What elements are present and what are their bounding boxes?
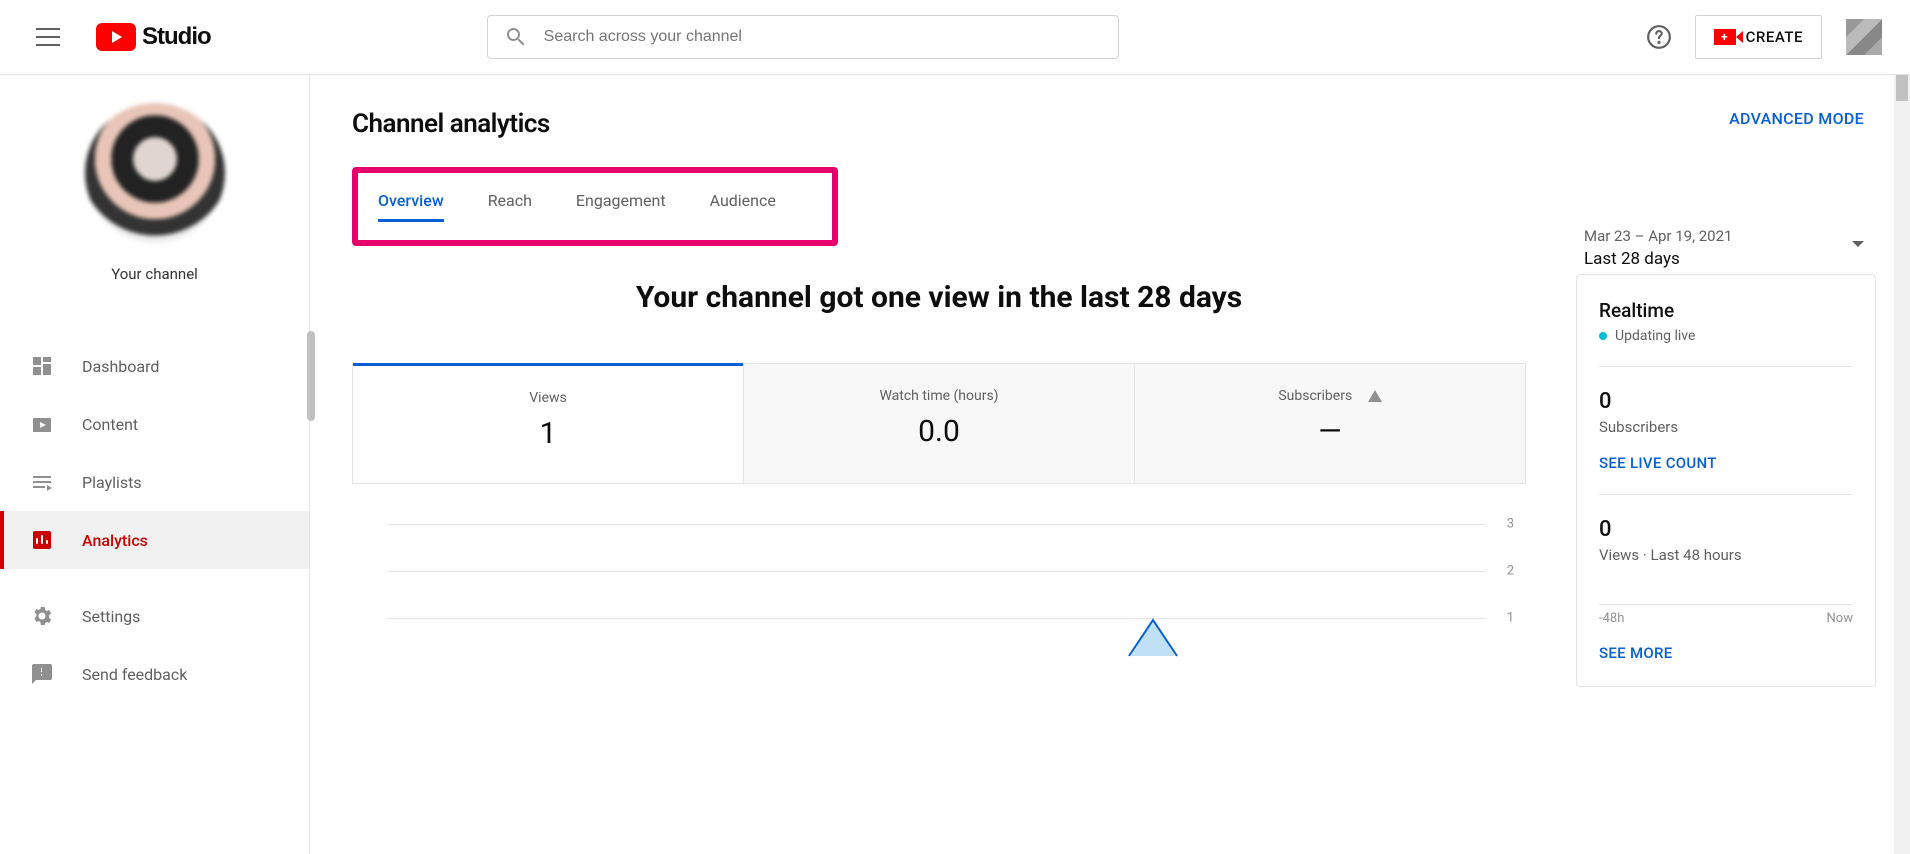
advanced-mode-link[interactable]: ADVANCED MODE <box>1729 109 1864 128</box>
create-button[interactable]: + CREATE <box>1695 15 1822 59</box>
realtime-title: Realtime <box>1599 299 1853 322</box>
tab-reach[interactable]: Reach <box>488 183 532 218</box>
metric-subscribers[interactable]: Subscribers — <box>1134 363 1525 483</box>
realtime-status: Updating live <box>1599 328 1853 344</box>
metric-views[interactable]: Views 1 <box>353 363 743 483</box>
live-dot-icon <box>1599 332 1607 340</box>
metric-value: — <box>1135 414 1525 449</box>
metric-name: Subscribers <box>1278 388 1381 404</box>
search-input[interactable] <box>544 28 1102 46</box>
header-actions: + CREATE <box>1639 15 1882 59</box>
search-container <box>487 15 1119 59</box>
analytics-icon <box>30 528 54 552</box>
sidebar-item-analytics[interactable]: Analytics <box>0 511 309 569</box>
sidebar-item-playlists[interactable]: Playlists <box>0 453 309 511</box>
channel-label: Your channel <box>111 265 198 283</box>
playlists-icon <box>30 470 54 494</box>
metric-value: 1 <box>353 416 743 451</box>
metric-tabs: Views 1 Watch time (hours) 0.0 Subscribe… <box>352 363 1526 484</box>
help-icon <box>1646 24 1672 50</box>
studio-logo[interactable]: Studio <box>96 23 211 51</box>
ytick: 1 <box>1507 611 1514 626</box>
metric-name: Views <box>529 390 567 406</box>
ytick: 3 <box>1507 517 1514 532</box>
tab-engagement[interactable]: Engagement <box>576 183 666 218</box>
sidebar-item-label: Send feedback <box>82 665 187 684</box>
page-title: Channel analytics <box>352 109 1910 139</box>
date-range-picker[interactable]: Mar 23 – Apr 19, 2021 Last 28 days <box>1584 227 1864 269</box>
date-range-text: Mar 23 – Apr 19, 2021 <box>1584 227 1864 245</box>
scrollbar-thumb[interactable] <box>1896 75 1908 101</box>
metric-value: 0.0 <box>744 414 1134 449</box>
camera-icon: + <box>1714 29 1736 45</box>
dropdown-arrow-icon <box>1852 241 1864 247</box>
axis-left: -48h <box>1599 611 1624 626</box>
sidebar: Your channel Dashboard Content Playlists… <box>0 75 310 854</box>
create-label: CREATE <box>1746 28 1803 46</box>
search-icon <box>504 25 528 49</box>
see-live-count-link[interactable]: SEE LIVE COUNT <box>1599 454 1717 472</box>
studio-wordmark: Studio <box>142 23 211 51</box>
tab-audience[interactable]: Audience <box>710 183 776 218</box>
sidebar-item-content[interactable]: Content <box>0 395 309 453</box>
views-chart: 3 2 1 <box>388 524 1514 684</box>
updating-live-text: Updating live <box>1615 328 1695 344</box>
menu-button[interactable] <box>28 17 68 57</box>
sidebar-item-dashboard[interactable]: Dashboard <box>0 337 309 395</box>
warning-icon <box>1368 390 1382 402</box>
analytics-headline: Your channel got one view in the last 28… <box>352 280 1526 315</box>
chart-peak-stroke <box>1131 618 1431 768</box>
sidebar-item-label: Dashboard <box>82 357 159 376</box>
gear-icon <box>30 604 54 628</box>
sidebar-item-label: Analytics <box>82 531 148 550</box>
search-box[interactable] <box>487 15 1119 59</box>
axis-right: Now <box>1827 611 1853 626</box>
main-content: Channel analytics ADVANCED MODE Overview… <box>310 75 1910 854</box>
sidebar-item-label: Playlists <box>82 473 142 492</box>
overview-chart-panel: Your channel got one view in the last 28… <box>352 280 1526 687</box>
sidebar-item-label: Content <box>82 415 138 434</box>
account-avatar[interactable] <box>1846 19 1882 55</box>
sidebar-item-feedback[interactable]: Send feedback <box>0 645 309 703</box>
feedback-icon <box>30 662 54 686</box>
dashboard-icon <box>30 354 54 378</box>
content-icon <box>30 412 54 436</box>
realtime-subs-label: Subscribers <box>1599 418 1853 436</box>
realtime-views-value: 0 <box>1599 517 1853 542</box>
metric-watch-time[interactable]: Watch time (hours) 0.0 <box>743 363 1134 483</box>
realtime-subs-value: 0 <box>1599 389 1853 414</box>
realtime-panel: Realtime Updating live 0 Subscribers SEE… <box>1576 274 1876 687</box>
sidebar-item-label: Settings <box>82 607 140 626</box>
sidebar-nav: Dashboard Content Playlists Analytics Se… <box>0 337 309 703</box>
help-button[interactable] <box>1639 17 1679 57</box>
tab-overview[interactable]: Overview <box>378 183 444 218</box>
metric-name: Watch time (hours) <box>879 388 998 404</box>
hamburger-icon <box>36 28 60 46</box>
youtube-icon <box>96 23 136 51</box>
date-preset-text: Last 28 days <box>1584 249 1864 269</box>
see-more-link[interactable]: SEE MORE <box>1599 644 1673 662</box>
channel-avatar[interactable] <box>85 103 225 243</box>
sidebar-item-settings[interactable]: Settings <box>0 587 309 645</box>
analytics-tabs: Overview Reach Engagement Audience <box>366 183 824 218</box>
tabs-highlight-box: Overview Reach Engagement Audience <box>352 167 838 246</box>
realtime-views-label: Views · Last 48 hours <box>1599 546 1853 564</box>
page-scrollbar[interactable] <box>1894 75 1910 854</box>
ytick: 2 <box>1507 564 1514 579</box>
app-header: Studio + CREATE <box>0 0 1910 75</box>
realtime-axis: -48h Now <box>1599 604 1853 626</box>
